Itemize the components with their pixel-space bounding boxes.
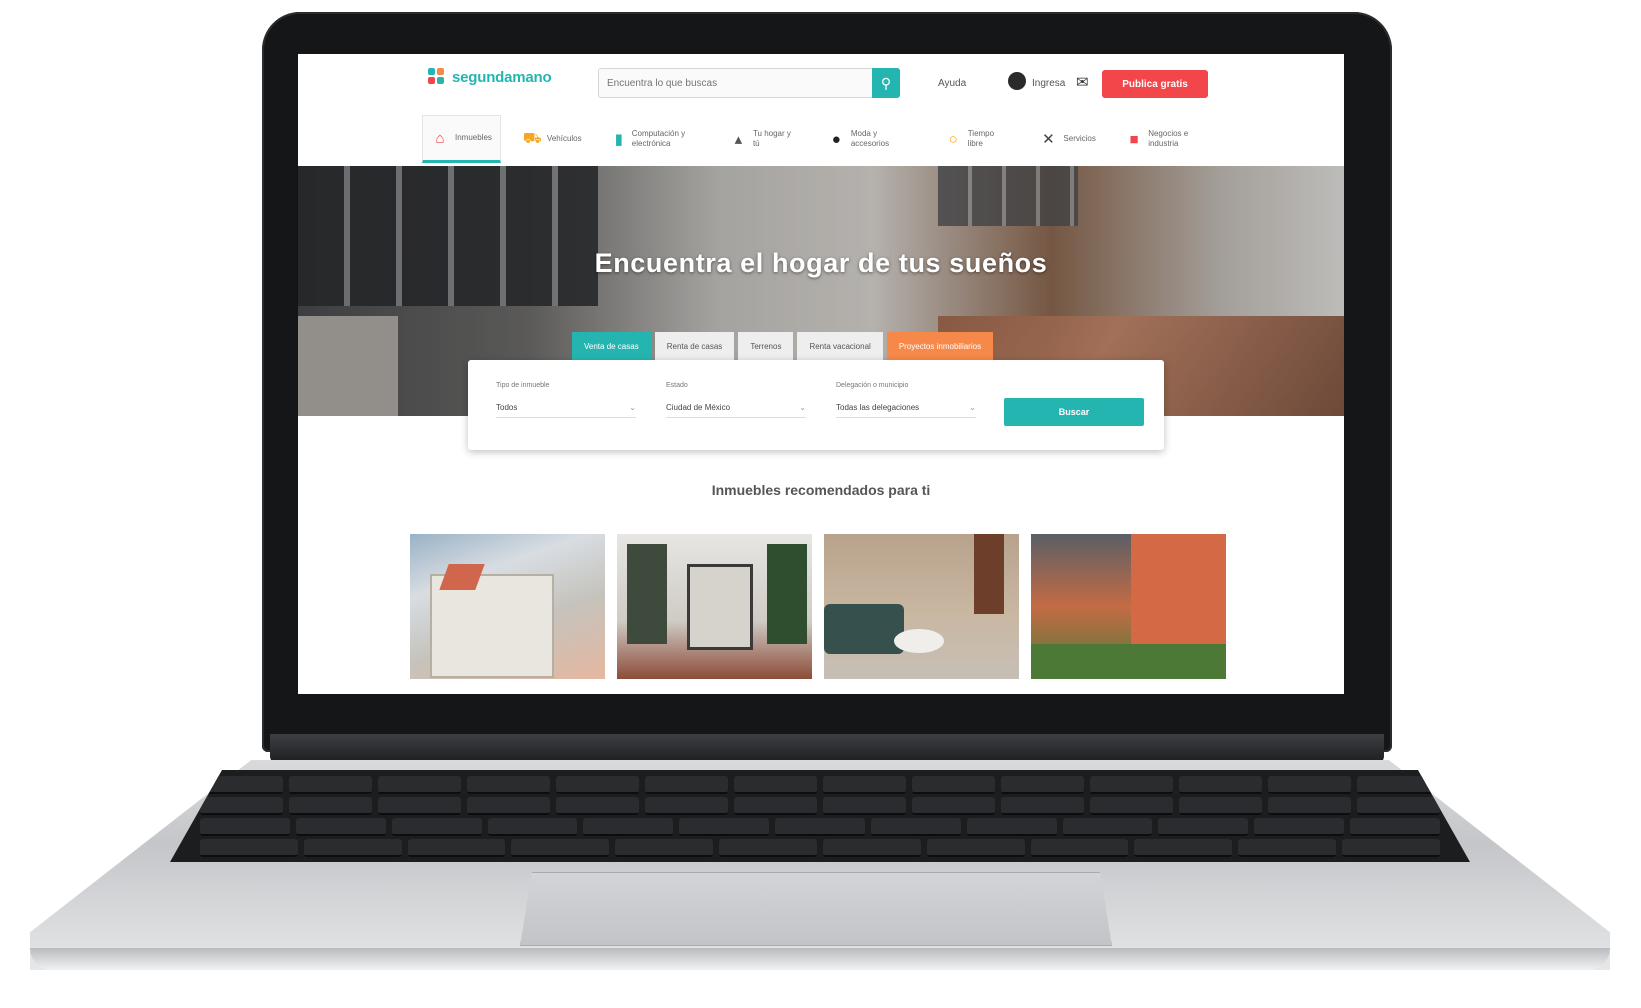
user-icon[interactable] — [1008, 72, 1026, 90]
tab-venta-casas[interactable]: Venta de casas — [572, 332, 651, 360]
login-link[interactable]: Ingresa — [1032, 78, 1065, 89]
category-tiempo-libre[interactable]: ○ Tiempo libre — [937, 117, 1018, 161]
municipality-field: Delegación o municipio Todas las delegac… — [836, 382, 976, 418]
property-card[interactable] — [1031, 534, 1226, 694]
laptop-keyboard — [170, 770, 1470, 862]
laptop-base-edge — [30, 948, 1610, 970]
property-card[interactable] — [410, 534, 605, 694]
tab-proyectos[interactable]: Proyectos inmobiliarios — [886, 332, 994, 360]
laptop-screen: segundamano ⚲ Ayuda Ingresa ✉ Publica gr… — [298, 54, 1344, 694]
property-caption — [617, 685, 812, 694]
logo-text: segundamano — [452, 68, 552, 86]
category-label: Negocios e industria — [1148, 129, 1189, 148]
category-servicios[interactable]: ✕ Servicios — [1031, 117, 1103, 161]
search-submit-button[interactable]: Buscar — [1004, 398, 1144, 426]
property-photo — [1031, 534, 1226, 679]
site-logo[interactable]: segundamano — [428, 68, 552, 86]
search-icon: ⚲ — [880, 74, 892, 91]
property-type-select[interactable]: Todos ⌄ — [496, 397, 636, 418]
category-moda[interactable]: ● Moda y accesorios — [820, 117, 923, 161]
category-vehiculos[interactable]: ⛟ Vehículos — [515, 117, 590, 161]
category-label: Tu hogar y tú — [752, 129, 791, 148]
property-caption — [410, 685, 605, 694]
hero-title: Encuentra el hogar de tus sueños — [594, 248, 1048, 278]
state-field: Estado Ciudad de México ⌄ — [666, 382, 806, 418]
chevron-down-icon: ⌄ — [629, 402, 636, 412]
logo-mark-icon — [428, 68, 446, 86]
property-photo — [410, 534, 605, 679]
bag-icon: ● — [831, 130, 841, 148]
house-icon: ⌂ — [435, 129, 445, 147]
category-hogar[interactable]: ▴ Tu hogar y tú — [722, 117, 806, 161]
property-photo — [617, 534, 812, 679]
category-label: Vehículos — [546, 134, 582, 143]
field-value: Todos — [496, 402, 518, 412]
property-card[interactable] — [824, 534, 1019, 694]
tab-renta-vacacional[interactable]: Renta vacacional — [797, 332, 883, 360]
chevron-down-icon: ⌄ — [969, 402, 976, 412]
field-value: Ciudad de México — [666, 402, 731, 412]
property-type-field: Tipo de inmueble Todos ⌄ — [496, 382, 636, 418]
field-label: Delegación o municipio — [836, 382, 909, 389]
municipality-select[interactable]: Todas las delegaciones ⌄ — [836, 397, 976, 418]
search-input[interactable] — [599, 77, 875, 89]
bike-icon: ○ — [948, 130, 958, 148]
category-computacion[interactable]: ▮ Computación y electrónica — [604, 117, 708, 161]
category-label: Tiempo libre — [967, 129, 995, 148]
field-label: Tipo de inmueble — [496, 382, 550, 389]
phone-icon: ▮ — [614, 131, 623, 148]
field-label: Estado — [666, 382, 688, 389]
category-label: Servicios — [1063, 134, 1096, 143]
recommended-list — [410, 534, 1226, 694]
sofa-icon: ▴ — [734, 131, 743, 148]
property-photo — [824, 534, 1019, 679]
publish-button[interactable]: Publica gratis — [1102, 70, 1208, 98]
search-tabs: Venta de casas Renta de casas Terrenos R… — [572, 332, 994, 360]
tab-terrenos[interactable]: Terrenos — [738, 332, 794, 360]
field-value: Todas las delegaciones — [836, 402, 920, 412]
category-label: Moda y accesorios — [850, 129, 890, 148]
search-button[interactable]: ⚲ — [872, 68, 900, 98]
property-card[interactable] — [617, 534, 812, 694]
state-select[interactable]: Ciudad de México ⌄ — [666, 397, 806, 418]
store-icon: ■ — [1129, 130, 1139, 148]
chevron-down-icon: ⌄ — [799, 402, 806, 412]
property-caption — [1031, 685, 1226, 694]
category-negocios[interactable]: ■ Negocios e industria — [1118, 117, 1222, 161]
category-nav: ⌂ Inmuebles ⛟ Vehículos ▮ Computación y … — [422, 114, 1222, 164]
category-label: Computación y electrónica — [631, 129, 686, 148]
car-icon: ⛟ — [522, 129, 542, 147]
tools-icon: ✕ — [1042, 131, 1055, 148]
search-box: ⚲ — [598, 68, 900, 98]
chat-icon[interactable]: ✉ — [1076, 73, 1089, 91]
property-caption — [824, 685, 1019, 694]
search-panel: Tipo de inmueble Todos ⌄ Estado Ciudad d… — [468, 360, 1164, 450]
site-header: segundamano ⚲ Ayuda Ingresa ✉ Publica gr… — [298, 54, 1344, 110]
laptop-hinge — [270, 734, 1384, 764]
category-inmuebles[interactable]: ⌂ Inmuebles — [422, 115, 501, 163]
help-link[interactable]: Ayuda — [938, 78, 966, 89]
category-label: Inmuebles — [455, 133, 492, 142]
laptop-trackpad — [520, 872, 1112, 946]
recommended-title: Inmuebles recomendados para ti — [711, 482, 931, 498]
tab-renta-casas[interactable]: Renta de casas — [654, 332, 735, 360]
